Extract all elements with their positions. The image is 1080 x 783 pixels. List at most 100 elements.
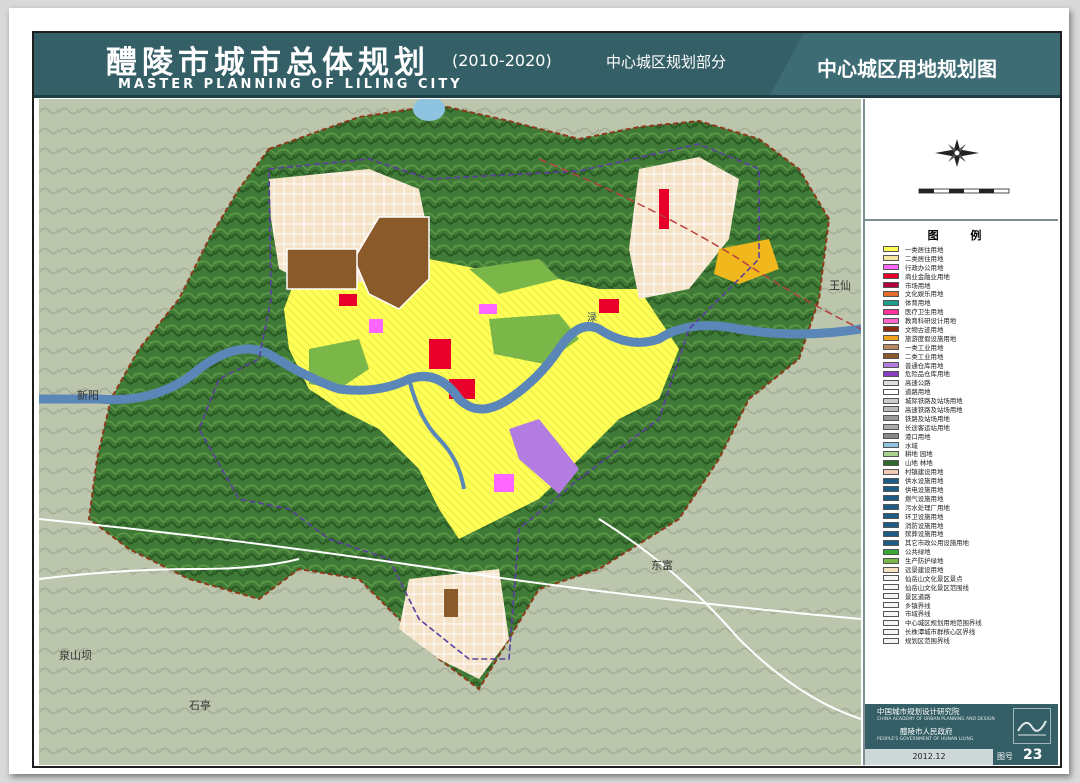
header-rule bbox=[34, 95, 1060, 98]
legend-item: 文化娱乐用地 bbox=[883, 289, 1053, 298]
map-title: 中心城区用地规划图 bbox=[817, 57, 997, 81]
legend-label: 文物古迹用地 bbox=[905, 325, 944, 334]
legend-swatch bbox=[883, 566, 899, 573]
legend-label: 长株潭城市群核心区界线 bbox=[905, 628, 976, 637]
legend-label: 规划区范围界线 bbox=[905, 637, 950, 646]
legend-swatch bbox=[883, 344, 899, 351]
scale-bar-icon bbox=[918, 188, 1010, 194]
legend-swatch bbox=[883, 468, 899, 475]
legend-list: 一类居住用地 二类居住用地 行政办公用地 商业金融业用地 市场用地 文化娱乐用地 体育用地医… bbox=[883, 245, 1053, 645]
page-title-en: MASTER PLANNING OF LILING CITY bbox=[118, 77, 463, 92]
legend-swatch bbox=[883, 539, 899, 546]
legend-swatch bbox=[883, 290, 899, 297]
label-wangxian: 王仙 bbox=[829, 279, 851, 292]
legend-label: 景区道路 bbox=[905, 592, 931, 601]
legend-swatch bbox=[883, 442, 899, 449]
legend-swatch bbox=[883, 379, 899, 386]
legend-label: 中心城区规划用地范围界线 bbox=[905, 619, 982, 628]
legend-swatch bbox=[883, 282, 899, 288]
label-xinyang: 新阳 bbox=[77, 388, 99, 402]
legend-label: 乡镇界线 bbox=[905, 601, 931, 610]
legend-item: 港口用地 bbox=[883, 432, 1053, 441]
plan-part: 中心城区规划部分 bbox=[606, 53, 727, 71]
legend-label: 一类居住用地 bbox=[905, 245, 944, 254]
map-view[interactable]: 新阳 王仙 东富 泉山坝 石亭 渌 bbox=[39, 99, 861, 765]
legend-label: 行政办公用地 bbox=[905, 263, 944, 272]
legend-label: 供电设施用地 bbox=[905, 486, 944, 494]
compass-box bbox=[865, 99, 1058, 221]
legend-label: 港口用地 bbox=[905, 432, 931, 441]
legend-label: 公共绿地 bbox=[905, 548, 931, 557]
legend-item: 危险品仓库用地 bbox=[883, 369, 1053, 378]
legend-label: 耕地 园地 bbox=[905, 450, 933, 459]
legend-item: 村镇建设用地 bbox=[883, 467, 1053, 476]
legend-swatch bbox=[883, 530, 899, 537]
legend-label: 燃气设施用地 bbox=[905, 494, 944, 503]
map-number-label: 图号 bbox=[997, 752, 1013, 761]
legend-label: 水域 bbox=[905, 441, 918, 450]
legend-item: 景区道路 bbox=[883, 592, 1053, 601]
legend-item: 一类工业用地 bbox=[883, 343, 1053, 352]
legend-swatch bbox=[883, 637, 899, 644]
legend-item: 山地 林地 bbox=[883, 458, 1053, 467]
legend-label: 生产防护绿地 bbox=[905, 557, 944, 566]
legend-swatch bbox=[883, 433, 899, 440]
legend-swatch bbox=[883, 486, 899, 493]
legend-item: 消防设施用地 bbox=[883, 521, 1053, 530]
legend-item: 体育用地 bbox=[883, 298, 1053, 307]
legend-swatch bbox=[883, 335, 899, 342]
legend-swatch bbox=[883, 326, 899, 333]
legend-item: 一类居住用地 bbox=[883, 245, 1053, 254]
legend-swatch bbox=[883, 299, 899, 306]
legend-item: 城际铁路及站场用地 bbox=[883, 396, 1053, 405]
credits-block: 中国城市规划设计研究院 CHINA ACADEMY OF URBAN PLANN… bbox=[865, 704, 1058, 765]
legend-label: 远景建设用地 bbox=[905, 566, 944, 575]
legend-title: 图 例 bbox=[927, 229, 996, 242]
legend-item: 燃气设施用地 bbox=[883, 494, 1053, 503]
legend-item: 铁路及站场用地 bbox=[883, 414, 1053, 423]
legend-swatch bbox=[883, 513, 899, 520]
legend-item: 生产防护绿地 bbox=[883, 556, 1053, 565]
legend-item: 仙岳山文化景区景点 bbox=[883, 574, 1053, 583]
legend-swatch bbox=[883, 495, 899, 502]
legend-label: 商业金融业用地 bbox=[905, 272, 950, 281]
legend-swatch bbox=[883, 424, 899, 431]
legend-swatch bbox=[883, 388, 899, 395]
legend-label: 山地 林地 bbox=[905, 459, 933, 468]
legend-swatch bbox=[883, 575, 899, 582]
legend-item: 文物古迹用地 bbox=[883, 325, 1053, 334]
legend-item: 二类工业用地 bbox=[883, 352, 1053, 361]
legend-swatch bbox=[883, 450, 899, 457]
legend-item: 教育科研设计用地 bbox=[883, 316, 1053, 325]
legend-item: 远景建设用地 bbox=[883, 565, 1053, 574]
legend-label: 危险品仓库用地 bbox=[905, 370, 950, 379]
legend-item: 市场用地 bbox=[883, 281, 1053, 290]
legend-label: 仙岳山文化景区范围线 bbox=[905, 583, 969, 592]
legend-item: 水域 bbox=[883, 441, 1053, 450]
legend-swatch bbox=[883, 504, 899, 511]
legend-item: 医疗卫生用地 bbox=[883, 307, 1053, 316]
legend-swatch bbox=[883, 255, 899, 262]
legend-swatch bbox=[883, 619, 899, 626]
legend-swatch bbox=[883, 522, 899, 529]
legend-item: 环卫设施用地 bbox=[883, 512, 1053, 521]
institute-logo-icon bbox=[1013, 708, 1051, 744]
legend-swatch bbox=[883, 397, 899, 404]
legend-item: 高速公路 bbox=[883, 378, 1053, 387]
legend-swatch bbox=[883, 370, 899, 377]
institute-name: 中国城市规划设计研究院 bbox=[877, 707, 960, 716]
legend-item: 中心城区规划用地范围界线 bbox=[883, 618, 1053, 627]
legend-swatch bbox=[883, 264, 899, 271]
legend-item: 耕地 园地 bbox=[883, 449, 1053, 458]
legend-swatch bbox=[883, 557, 899, 564]
label-shiting: 石亭 bbox=[189, 698, 211, 712]
legend-label: 城际铁路及站场用地 bbox=[905, 397, 963, 406]
legend-swatch bbox=[883, 593, 899, 600]
legend-item: 商业金融业用地 bbox=[883, 272, 1053, 281]
legend-label: 市场用地 bbox=[905, 281, 931, 290]
legend-item: 旅游度假设施用地 bbox=[883, 334, 1053, 343]
legend-swatch bbox=[883, 308, 899, 315]
legend-item: 其它市政公用设施用地 bbox=[883, 538, 1053, 547]
legend-swatch bbox=[883, 353, 899, 360]
legend-label: 体育用地 bbox=[905, 299, 931, 308]
